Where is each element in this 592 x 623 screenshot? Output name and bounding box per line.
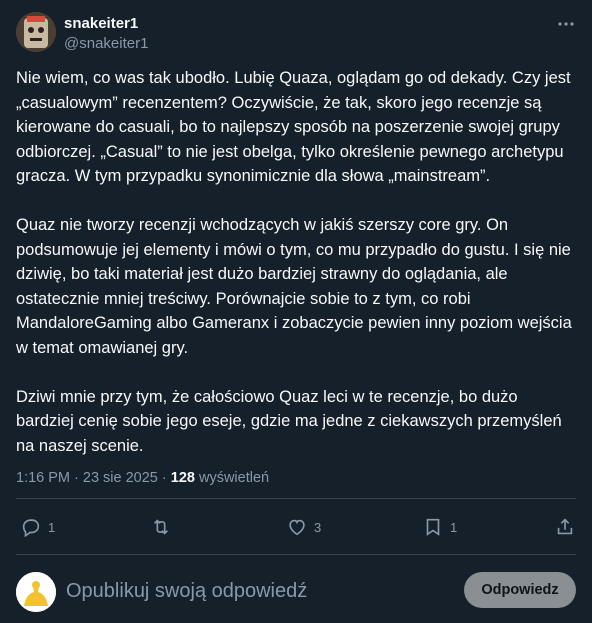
share-button[interactable] — [554, 506, 576, 548]
bookmark-count: 1 — [450, 519, 458, 535]
user-avatar[interactable] — [16, 572, 56, 612]
reply-input[interactable]: Opublikuj swoją odpowiedź — [66, 576, 307, 606]
divider — [16, 554, 576, 555]
retweet-icon — [153, 519, 169, 535]
action-bar: 1 3 1 — [16, 506, 576, 548]
tweet-meta: 1:16 PM · 23 sie 2025 · 128 wyświetleń — [16, 468, 269, 488]
views-label: wyświetleń — [194, 470, 270, 486]
reply-button[interactable]: 1 — [20, 506, 55, 548]
bookmark-icon — [426, 518, 440, 536]
views-count: 128 — [170, 470, 195, 486]
author-names: snakeiter1 @snakeiter1 — [64, 14, 148, 54]
ellipsis-icon[interactable] — [556, 14, 576, 34]
divider — [16, 498, 576, 499]
tweet-paragraph-2: Quaz nie tworzy recenzji wchodzących w j… — [16, 216, 572, 357]
like-count: 3 — [314, 519, 322, 535]
reply-icon — [22, 519, 40, 538]
tweet-text: Nie wiem, co was tak ubodło. Lubię Quaza… — [16, 66, 578, 458]
tweet-paragraph-3: Dziwi mnie przy tym, że całościowo Quaz … — [16, 387, 562, 455]
author-handle[interactable]: @snakeiter1 — [64, 34, 148, 54]
tweet-header: snakeiter1 @snakeiter1 — [16, 12, 576, 56]
retweet-button[interactable] — [150, 506, 178, 548]
tweet-paragraph-1: Nie wiem, co was tak ubodło. Lubię Quaza… — [16, 69, 571, 185]
tweet-detail: snakeiter1 @snakeiter1 Nie wiem, co was … — [0, 0, 592, 623]
share-icon — [557, 518, 573, 535]
heart-icon — [289, 519, 305, 536]
reply-submit-button[interactable]: Odpowiedz — [464, 572, 576, 608]
reply-count: 1 — [48, 519, 56, 535]
author-display-name[interactable]: snakeiter1 — [64, 14, 148, 34]
avatar-icon — [16, 572, 56, 612]
like-button[interactable]: 3 — [286, 506, 321, 548]
author-avatar[interactable] — [16, 12, 56, 52]
reply-composer: Opublikuj swoją odpowiedź Odpowiedz — [16, 562, 576, 616]
bookmark-button[interactable]: 1 — [422, 506, 457, 548]
tweet-timestamp[interactable]: 1:16 PM · 23 sie 2025 · — [16, 470, 171, 486]
avatar-icon — [16, 12, 56, 52]
